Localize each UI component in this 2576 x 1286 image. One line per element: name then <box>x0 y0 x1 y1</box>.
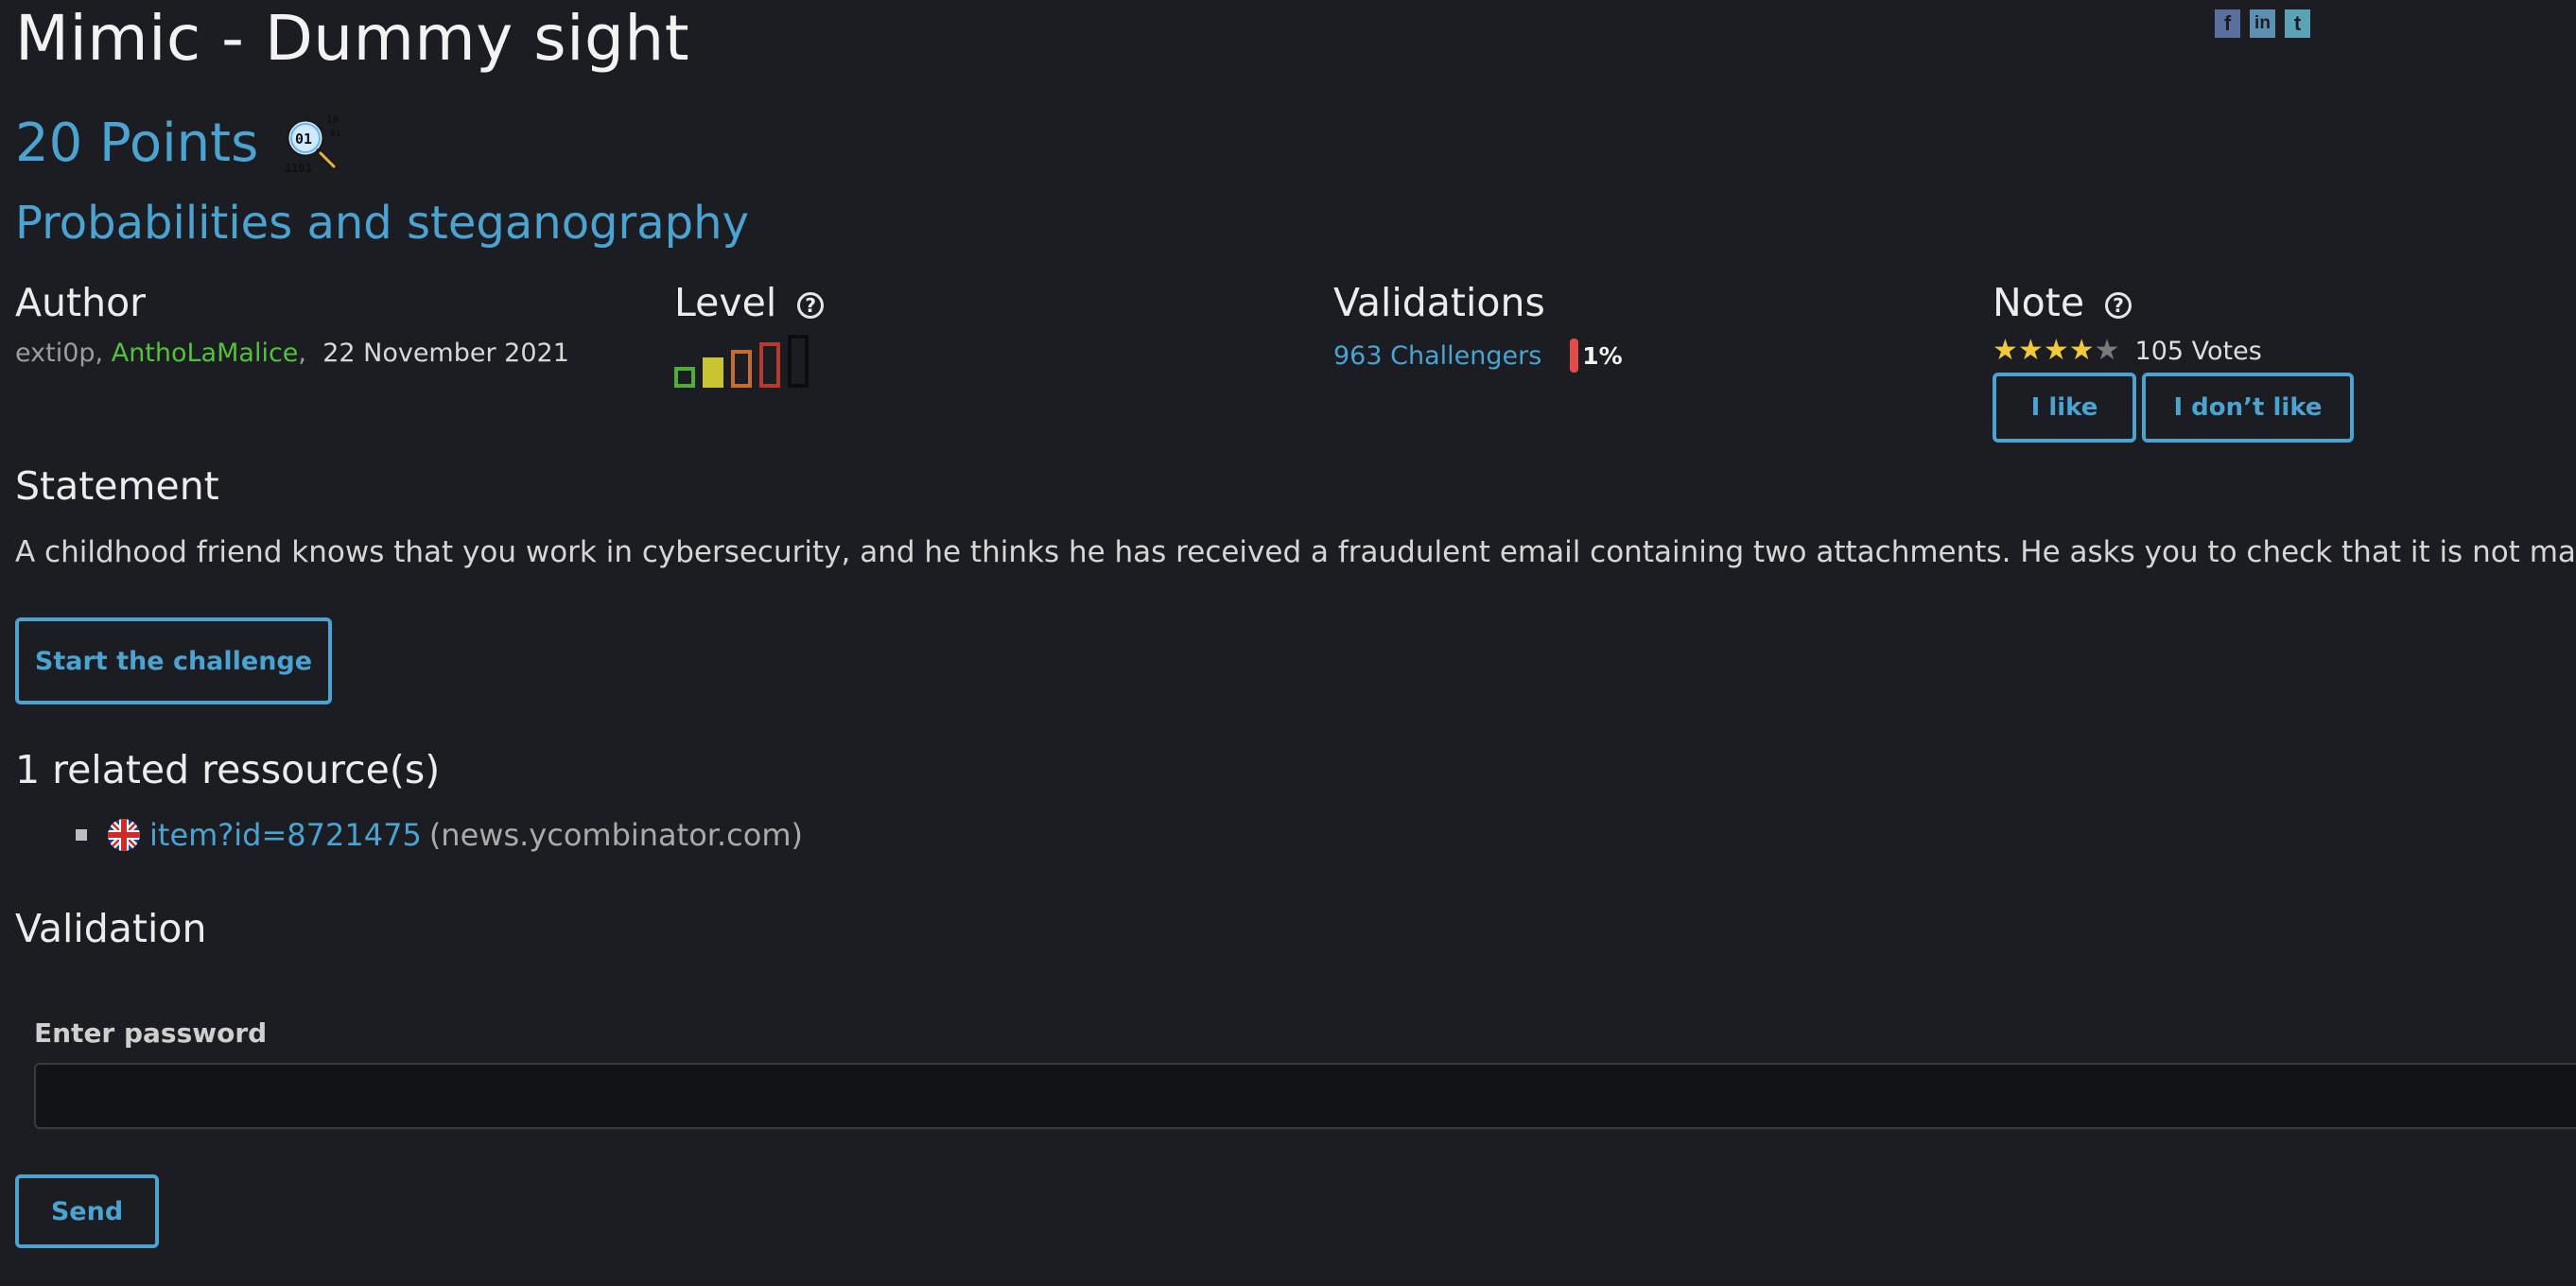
vote-buttons: I like I don’t like <box>1993 373 2576 443</box>
category-link[interactable]: Probabilities and steganography <box>15 197 749 250</box>
author-heading: Author <box>15 280 147 325</box>
like-button[interactable]: I like <box>1993 373 2136 443</box>
page-title: Mimic - Dummy sight <box>15 2 690 75</box>
validations-heading: Validations <box>1333 280 1545 325</box>
validation-rate-text: 1% <box>1582 341 1623 370</box>
author-line: exti0p, AnthoLaMalice, 22 November 2021 <box>15 339 569 368</box>
star-filled-icon: ★ <box>2068 334 2095 367</box>
star-filled-icon: ★ <box>1993 334 2018 367</box>
statement-text: A childhood friend knows that you work i… <box>15 535 2576 569</box>
level-bar-3 <box>731 350 752 388</box>
level-indicator <box>674 335 1327 388</box>
validations-section: Validations 963 Challengers 1% <box>1333 280 1986 373</box>
twitter-icon[interactable]: t <box>2285 9 2310 38</box>
validations-line: 963 Challengers 1% <box>1333 339 1986 373</box>
points-value: 20 Points <box>15 112 259 174</box>
level-help-icon[interactable]: ? <box>797 292 825 319</box>
publish-date: 22 November 2021 <box>322 339 569 368</box>
resource-domain: (news.ycombinator.com) <box>428 817 803 853</box>
star-filled-icon: ★ <box>2043 334 2069 367</box>
votes-count: 105 Votes <box>2134 336 2262 366</box>
svg-text:01: 01 <box>330 129 341 139</box>
level-bar-4 <box>759 342 780 388</box>
validation-rate-bar <box>1570 339 1579 373</box>
note-help-icon[interactable]: ? <box>2105 292 2132 319</box>
svg-text:1101: 1101 <box>285 162 312 174</box>
resources-list: item?id=8721475 (news.ycombinator.com) <box>76 817 803 853</box>
steganography-magnifier-icon: 10 01 1101 01 <box>285 113 341 174</box>
rating-stars: ★★★★★ <box>1993 337 2120 365</box>
note-section: Note ? ★★★★★ 105 Votes I like I don’t li… <box>1993 280 2576 443</box>
star-empty-icon: ★ <box>2094 334 2120 367</box>
svg-text:10: 10 <box>326 113 339 126</box>
validation-heading: Validation <box>15 906 207 951</box>
statement-heading: Statement <box>15 463 219 509</box>
level-bar-2 <box>703 357 723 388</box>
resource-link[interactable]: item?id=8721475 <box>149 817 422 853</box>
star-filled-icon: ★ <box>2017 334 2044 367</box>
uk-flag-icon <box>108 819 140 851</box>
author-section: Author exti0p, AnthoLaMalice, 22 Novembe… <box>15 280 668 368</box>
list-item: item?id=8721475 (news.ycombinator.com) <box>76 817 803 853</box>
level-bar-1 <box>674 367 695 388</box>
svg-text:01: 01 <box>295 130 312 148</box>
author-link-antholamalice[interactable]: AnthoLaMalice <box>112 339 299 368</box>
start-challenge-button[interactable]: Start the challenge <box>15 617 332 704</box>
linkedin-icon[interactable]: in <box>2250 9 2275 38</box>
facebook-icon[interactable]: f <box>2215 9 2240 38</box>
points-row: 20 Points 10 01 1101 01 <box>15 112 345 175</box>
level-heading: Level ? <box>674 280 1327 325</box>
dislike-button[interactable]: I don’t like <box>2142 373 2354 443</box>
validation-rate: 1% <box>1570 339 1623 373</box>
password-label: Enter password <box>34 1017 268 1049</box>
send-button[interactable]: Send <box>15 1174 159 1248</box>
resources-heading: 1 related ressource(s) <box>15 747 441 792</box>
author-link-exti0p[interactable]: exti0p <box>15 339 96 368</box>
password-input[interactable] <box>34 1063 2576 1129</box>
rating: ★★★★★ 105 Votes <box>1993 337 2576 365</box>
bullet-icon <box>76 829 87 841</box>
level-bar-5 <box>788 335 809 388</box>
social-share-bar: f in t <box>2215 9 2310 38</box>
note-heading: Note ? <box>1993 280 2576 325</box>
challengers-link[interactable]: 963 Challengers <box>1333 341 1541 371</box>
level-section: Level ? <box>674 280 1327 388</box>
